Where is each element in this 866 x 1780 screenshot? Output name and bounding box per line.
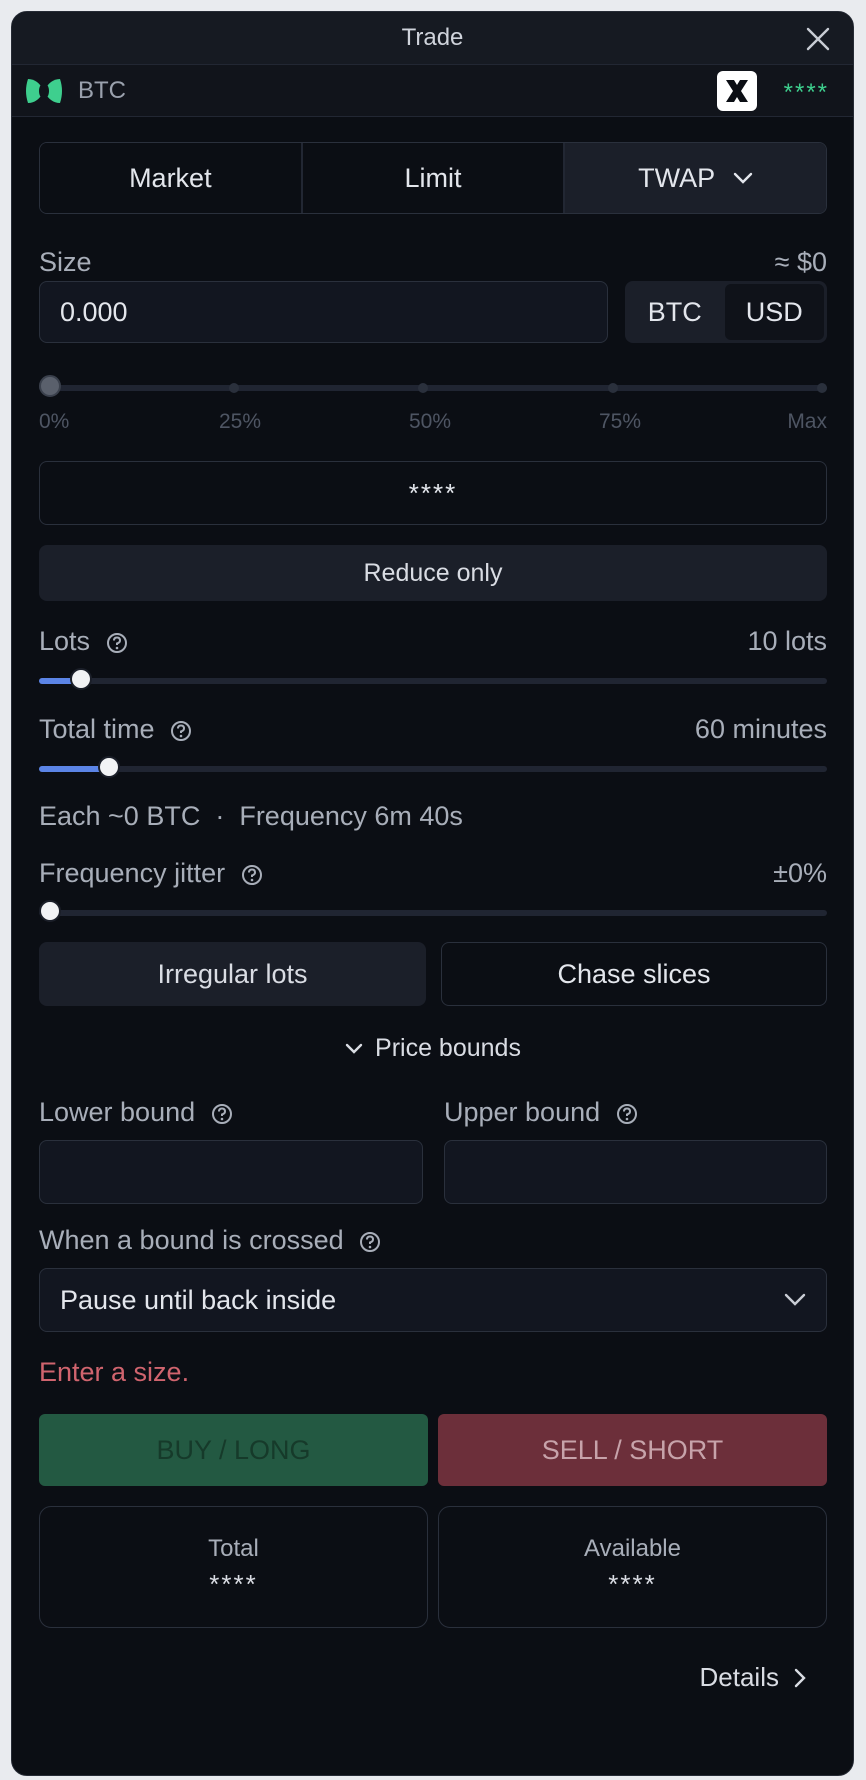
frequency-jitter-slider[interactable] bbox=[39, 900, 827, 922]
reduce-only-toggle[interactable]: Reduce only bbox=[39, 545, 827, 601]
asset-logo-icon bbox=[26, 78, 62, 103]
lots-label-row: Lots bbox=[39, 626, 128, 657]
size-mark-75: 75% bbox=[599, 410, 642, 433]
chevron-down-icon bbox=[345, 1043, 363, 1054]
help-icon[interactable] bbox=[106, 632, 128, 654]
order-type-tabs: Market Limit TWAP bbox=[39, 142, 827, 214]
frequency-jitter-value: ±0% bbox=[773, 858, 827, 888]
slice-info: Each ~0 BTC · Frequency 6m 40s bbox=[39, 801, 463, 831]
frequency-jitter-label: Frequency jitter bbox=[39, 858, 226, 888]
total-time-slider[interactable] bbox=[39, 756, 827, 778]
lower-bound-label-row: Lower bound bbox=[39, 1097, 233, 1128]
bound-crossed-label-row: When a bound is crossed bbox=[39, 1225, 381, 1256]
total-label: Total bbox=[208, 1534, 259, 1562]
tab-market[interactable]: Market bbox=[40, 143, 303, 213]
help-icon[interactable] bbox=[241, 864, 263, 886]
slider-tick bbox=[817, 383, 827, 393]
chevron-down-icon bbox=[784, 1293, 806, 1306]
sell-short-button[interactable]: SELL / SHORT bbox=[438, 1414, 827, 1486]
size-unit-toggle: BTC USD bbox=[625, 281, 827, 343]
help-icon[interactable] bbox=[359, 1231, 381, 1253]
title-bar: Trade bbox=[12, 12, 853, 65]
chase-slices-toggle[interactable]: Chase slices bbox=[441, 942, 827, 1006]
lower-bound-label: Lower bound bbox=[39, 1097, 196, 1127]
trade-panel: Trade BTC **** Market Limit TWAP Size ≈ … bbox=[11, 11, 854, 1776]
asset-symbol: BTC bbox=[78, 76, 126, 104]
size-usd-estimate: ≈ $0 bbox=[774, 247, 827, 277]
upper-bound-label-row: Upper bound bbox=[444, 1097, 638, 1128]
total-time-label-row: Total time bbox=[39, 714, 192, 745]
available-label: Available bbox=[584, 1534, 681, 1562]
chevron-down-icon bbox=[733, 172, 753, 184]
bound-crossed-label: When a bound is crossed bbox=[39, 1225, 344, 1255]
frequency-jitter-slider-thumb[interactable] bbox=[39, 900, 61, 922]
size-label: Size bbox=[39, 247, 92, 277]
total-value: **** bbox=[209, 1568, 258, 1599]
unit-btc-button[interactable]: BTC bbox=[625, 281, 725, 343]
masked-field[interactable]: **** bbox=[39, 461, 827, 525]
chevron-right-icon bbox=[794, 1668, 806, 1687]
slider-tick bbox=[608, 383, 618, 393]
size-mark-max: Max bbox=[787, 410, 827, 433]
total-time-slider-thumb[interactable] bbox=[98, 756, 120, 778]
help-icon[interactable] bbox=[211, 1103, 233, 1125]
lots-slider-thumb[interactable] bbox=[70, 668, 92, 690]
tab-twap[interactable]: TWAP bbox=[565, 143, 826, 213]
irregular-lots-toggle[interactable]: Irregular lots bbox=[39, 942, 426, 1006]
tab-limit[interactable]: Limit bbox=[302, 143, 566, 213]
available-value: **** bbox=[608, 1568, 657, 1599]
size-mark-25: 25% bbox=[219, 410, 262, 433]
available-stat: Available **** bbox=[438, 1506, 827, 1628]
account-logo-icon[interactable] bbox=[717, 71, 757, 111]
upper-bound-label: Upper bound bbox=[444, 1097, 601, 1127]
help-icon[interactable] bbox=[616, 1103, 638, 1125]
price-bounds-toggle[interactable]: Price bounds bbox=[39, 1034, 827, 1063]
details-link[interactable]: Details bbox=[700, 1662, 807, 1693]
lots-slider[interactable] bbox=[39, 668, 827, 690]
total-stat: Total **** bbox=[39, 1506, 428, 1628]
lots-value: 10 lots bbox=[747, 626, 827, 656]
unit-usd-button[interactable]: USD bbox=[724, 284, 824, 340]
close-icon[interactable] bbox=[805, 26, 831, 52]
slider-tick bbox=[418, 383, 428, 393]
slider-tick bbox=[229, 383, 239, 393]
size-mark-0: 0% bbox=[39, 410, 70, 433]
buy-long-button[interactable]: BUY / LONG bbox=[39, 1414, 428, 1486]
size-mark-50: 50% bbox=[409, 410, 452, 433]
help-icon[interactable] bbox=[170, 720, 192, 742]
size-slider-thumb[interactable] bbox=[39, 375, 61, 397]
size-input[interactable]: 0.000 bbox=[39, 281, 608, 343]
frequency-jitter-label-row: Frequency jitter bbox=[39, 858, 263, 889]
asset-bar: BTC **** bbox=[12, 65, 853, 117]
total-time-value: 60 minutes bbox=[694, 714, 827, 744]
account-masked[interactable]: **** bbox=[784, 79, 829, 107]
error-message: Enter a size. bbox=[39, 1357, 190, 1387]
lots-label: Lots bbox=[39, 626, 91, 656]
lower-bound-input[interactable] bbox=[39, 1140, 423, 1204]
upper-bound-input[interactable] bbox=[444, 1140, 827, 1204]
window-title: Trade bbox=[401, 24, 464, 51]
bound-crossed-select[interactable]: Pause until back inside bbox=[39, 1268, 827, 1332]
total-time-label: Total time bbox=[39, 714, 155, 744]
size-slider[interactable] bbox=[39, 375, 827, 397]
